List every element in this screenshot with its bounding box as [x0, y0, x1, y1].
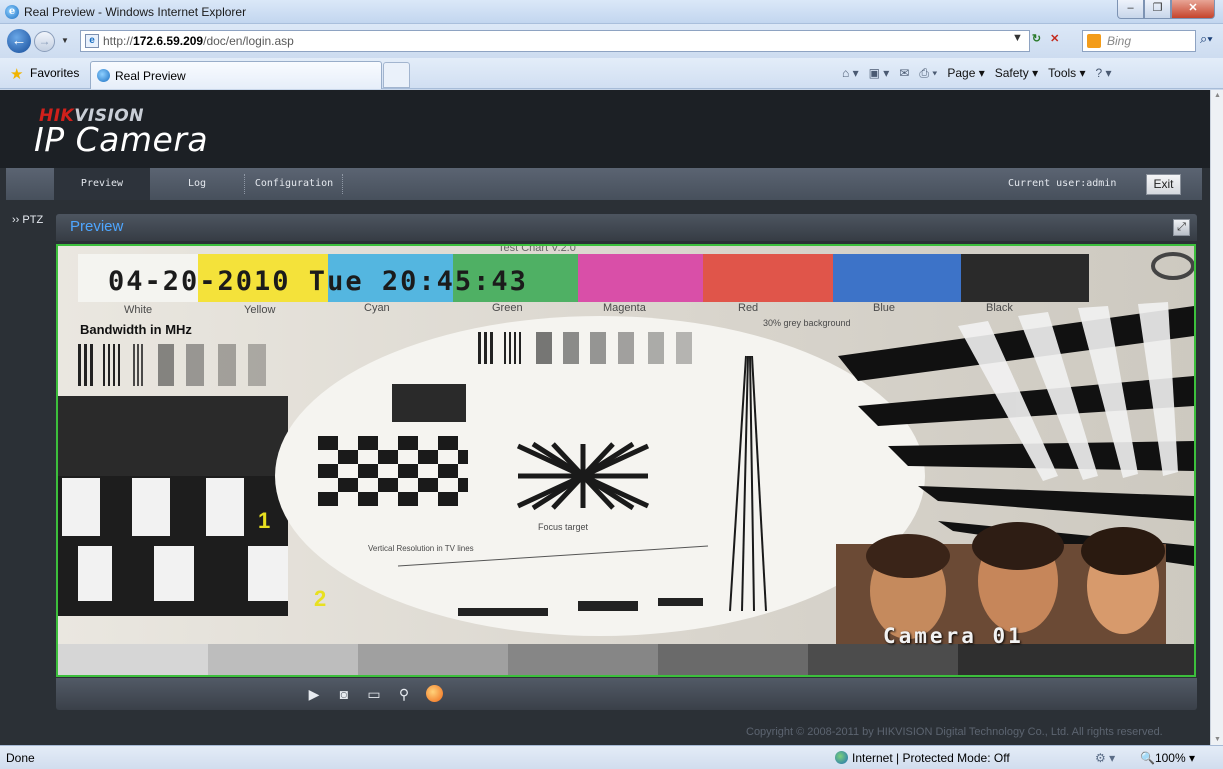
- color-adjust-icon[interactable]: [426, 685, 443, 702]
- home-icon[interactable]: ⌂ ▾: [842, 66, 859, 81]
- tv-lines-label: Vertical Resolution in TV lines: [368, 544, 474, 553]
- stop-icon[interactable]: ✕: [1050, 32, 1059, 45]
- copyright-text: Copyright © 2008-2011 by HIKVISION Digit…: [746, 726, 1163, 738]
- ptz-toggle[interactable]: ›› PTZ: [12, 214, 43, 226]
- url-prefix: http://: [103, 34, 134, 48]
- status-text: Done: [6, 751, 35, 765]
- zoom-label: 100%: [1154, 751, 1186, 765]
- new-tab-button[interactable]: [383, 62, 410, 88]
- url-path: /doc/en/login.asp: [203, 34, 294, 48]
- protected-mode-icon[interactable]: ⚙ ▾: [1095, 751, 1115, 765]
- preview-title: Preview: [70, 218, 124, 235]
- chart-title: Test Chart V.2.0: [498, 244, 576, 254]
- favorites-star-icon[interactable]: ★: [10, 65, 23, 83]
- close-button[interactable]: ✕: [1171, 0, 1215, 19]
- menu-preview[interactable]: Preview: [54, 168, 150, 200]
- chart-color-label: Yellow: [244, 304, 276, 316]
- window-controls: – ❐ ✕: [1117, 0, 1215, 20]
- chart-color-label: Black: [986, 302, 1013, 314]
- address-dropdown-icon[interactable]: ▼: [1012, 32, 1023, 45]
- menu-configuration[interactable]: Configuration: [248, 168, 340, 200]
- zoom-icon[interactable]: ⚲: [394, 684, 414, 704]
- tab-real-preview[interactable]: Real Preview: [90, 61, 382, 89]
- svg-text:1: 1: [258, 508, 270, 533]
- address-toolbar: ← → ▼ e http://172.6.59.209/doc/en/login…: [0, 24, 1223, 58]
- background-note: 30% grey background: [763, 318, 851, 328]
- chart-color-label: White: [124, 304, 153, 316]
- help-icon[interactable]: ? ▾: [1096, 66, 1112, 81]
- chart-color-label: Cyan: [364, 302, 390, 314]
- favorites-button[interactable]: Favorites: [30, 66, 79, 80]
- live-video[interactable]: 1 2 04-20-2010 Tue 20:45:43 White Yellow…: [56, 244, 1196, 677]
- focus-label: Focus target: [538, 522, 589, 532]
- osd-camera-name: Camera 01: [883, 624, 1024, 648]
- globe-icon: [835, 751, 848, 764]
- print-icon[interactable]: ⎙ ▾: [919, 66, 937, 81]
- feeds-icon[interactable]: ▣ ▾: [869, 66, 890, 81]
- video-control-bar: ▶ ◙ ▭ ⚲: [56, 678, 1197, 710]
- bandwidth-label: Bandwidth in MHz: [80, 322, 192, 337]
- forward-button[interactable]: →: [34, 31, 55, 52]
- search-input[interactable]: Bing: [1082, 30, 1196, 52]
- fullscreen-icon[interactable]: ⤢: [1173, 219, 1190, 236]
- snapshot-icon[interactable]: ◙: [334, 684, 354, 704]
- mail-icon[interactable]: ✉: [899, 66, 909, 81]
- refresh-icon[interactable]: ↻: [1032, 32, 1041, 45]
- exit-button[interactable]: Exit: [1146, 174, 1181, 195]
- address-tools: ▼ ↻ ✕: [1012, 32, 1059, 45]
- preview-header: Preview ⤢: [56, 214, 1197, 241]
- url-host: 172.6.59.209: [133, 34, 204, 48]
- history-dropdown-icon[interactable]: ▼: [61, 36, 69, 45]
- svg-text:2: 2: [314, 586, 326, 611]
- back-button[interactable]: ←: [7, 29, 31, 53]
- camera-web-page: HIKVISION IP Camera Preview Log Configur…: [0, 90, 1210, 745]
- chart-color-label: Magenta: [603, 302, 646, 314]
- main-menu: Preview Log Configuration Current user:a…: [6, 168, 1202, 200]
- zoom-level[interactable]: 🔍100% ▾: [1140, 751, 1195, 765]
- record-icon[interactable]: ▭: [364, 684, 384, 704]
- chart-color-label: Green: [492, 302, 523, 314]
- menu-separator: [244, 174, 245, 194]
- page-icon: e: [85, 34, 99, 48]
- play-icon[interactable]: ▶: [304, 684, 324, 704]
- maximize-button[interactable]: ❐: [1144, 0, 1171, 19]
- scroll-up-icon[interactable]: ▲: [1213, 92, 1222, 99]
- chart-color-label: Red: [738, 302, 759, 314]
- bing-icon: [1087, 34, 1101, 48]
- window-title: Real Preview - Windows Internet Explorer: [24, 5, 247, 19]
- minimize-button[interactable]: –: [1117, 0, 1144, 19]
- window-titlebar: e Real Preview - Windows Internet Explor…: [0, 0, 1223, 24]
- tab-label: Real Preview: [115, 69, 186, 83]
- search-placeholder: Bing: [1107, 34, 1132, 48]
- search-icon[interactable]: ⌕▾: [1200, 31, 1213, 47]
- osd-date-time: 04-20-2010 Tue 20:45:43: [108, 266, 528, 297]
- safety-menu[interactable]: Safety ▾: [995, 66, 1038, 81]
- tools-menu[interactable]: Tools ▾: [1048, 66, 1085, 81]
- address-input[interactable]: e http://172.6.59.209/doc/en/login.asp: [80, 30, 1030, 52]
- ie-logo-icon: e: [5, 5, 19, 19]
- current-user: Current user:admin: [1008, 178, 1117, 189]
- app-header: HIKVISION IP Camera: [0, 90, 1210, 168]
- zone-label: Internet | Protected Mode: Off: [852, 751, 1010, 765]
- tab-ie-icon: [97, 69, 110, 82]
- chart-color-label: Blue: [873, 302, 896, 314]
- favorites-bar: ★ Favorites Real Preview ⌂ ▾ ▣ ▾ ✉ ⎙ ▾ P…: [0, 58, 1223, 89]
- page-scrollbar[interactable]: ▲ ▼: [1210, 90, 1223, 745]
- product-title: IP Camera: [34, 120, 209, 159]
- scroll-down-icon[interactable]: ▼: [1213, 736, 1222, 743]
- menu-log[interactable]: Log: [156, 168, 238, 200]
- status-bar: Done Internet | Protected Mode: Off ⚙ ▾ …: [0, 745, 1223, 769]
- preview-panel: Preview ⤢ 1 2 04-20-2010 Tue 20:45:43 Wh…: [56, 214, 1197, 710]
- menu-separator: [342, 174, 343, 194]
- command-bar: ⌂ ▾ ▣ ▾ ✉ ⎙ ▾ Page ▾ Safety ▾ Tools ▾ ? …: [842, 66, 1112, 81]
- security-zone[interactable]: Internet | Protected Mode: Off: [835, 751, 1010, 765]
- page-menu[interactable]: Page ▾: [947, 66, 984, 81]
